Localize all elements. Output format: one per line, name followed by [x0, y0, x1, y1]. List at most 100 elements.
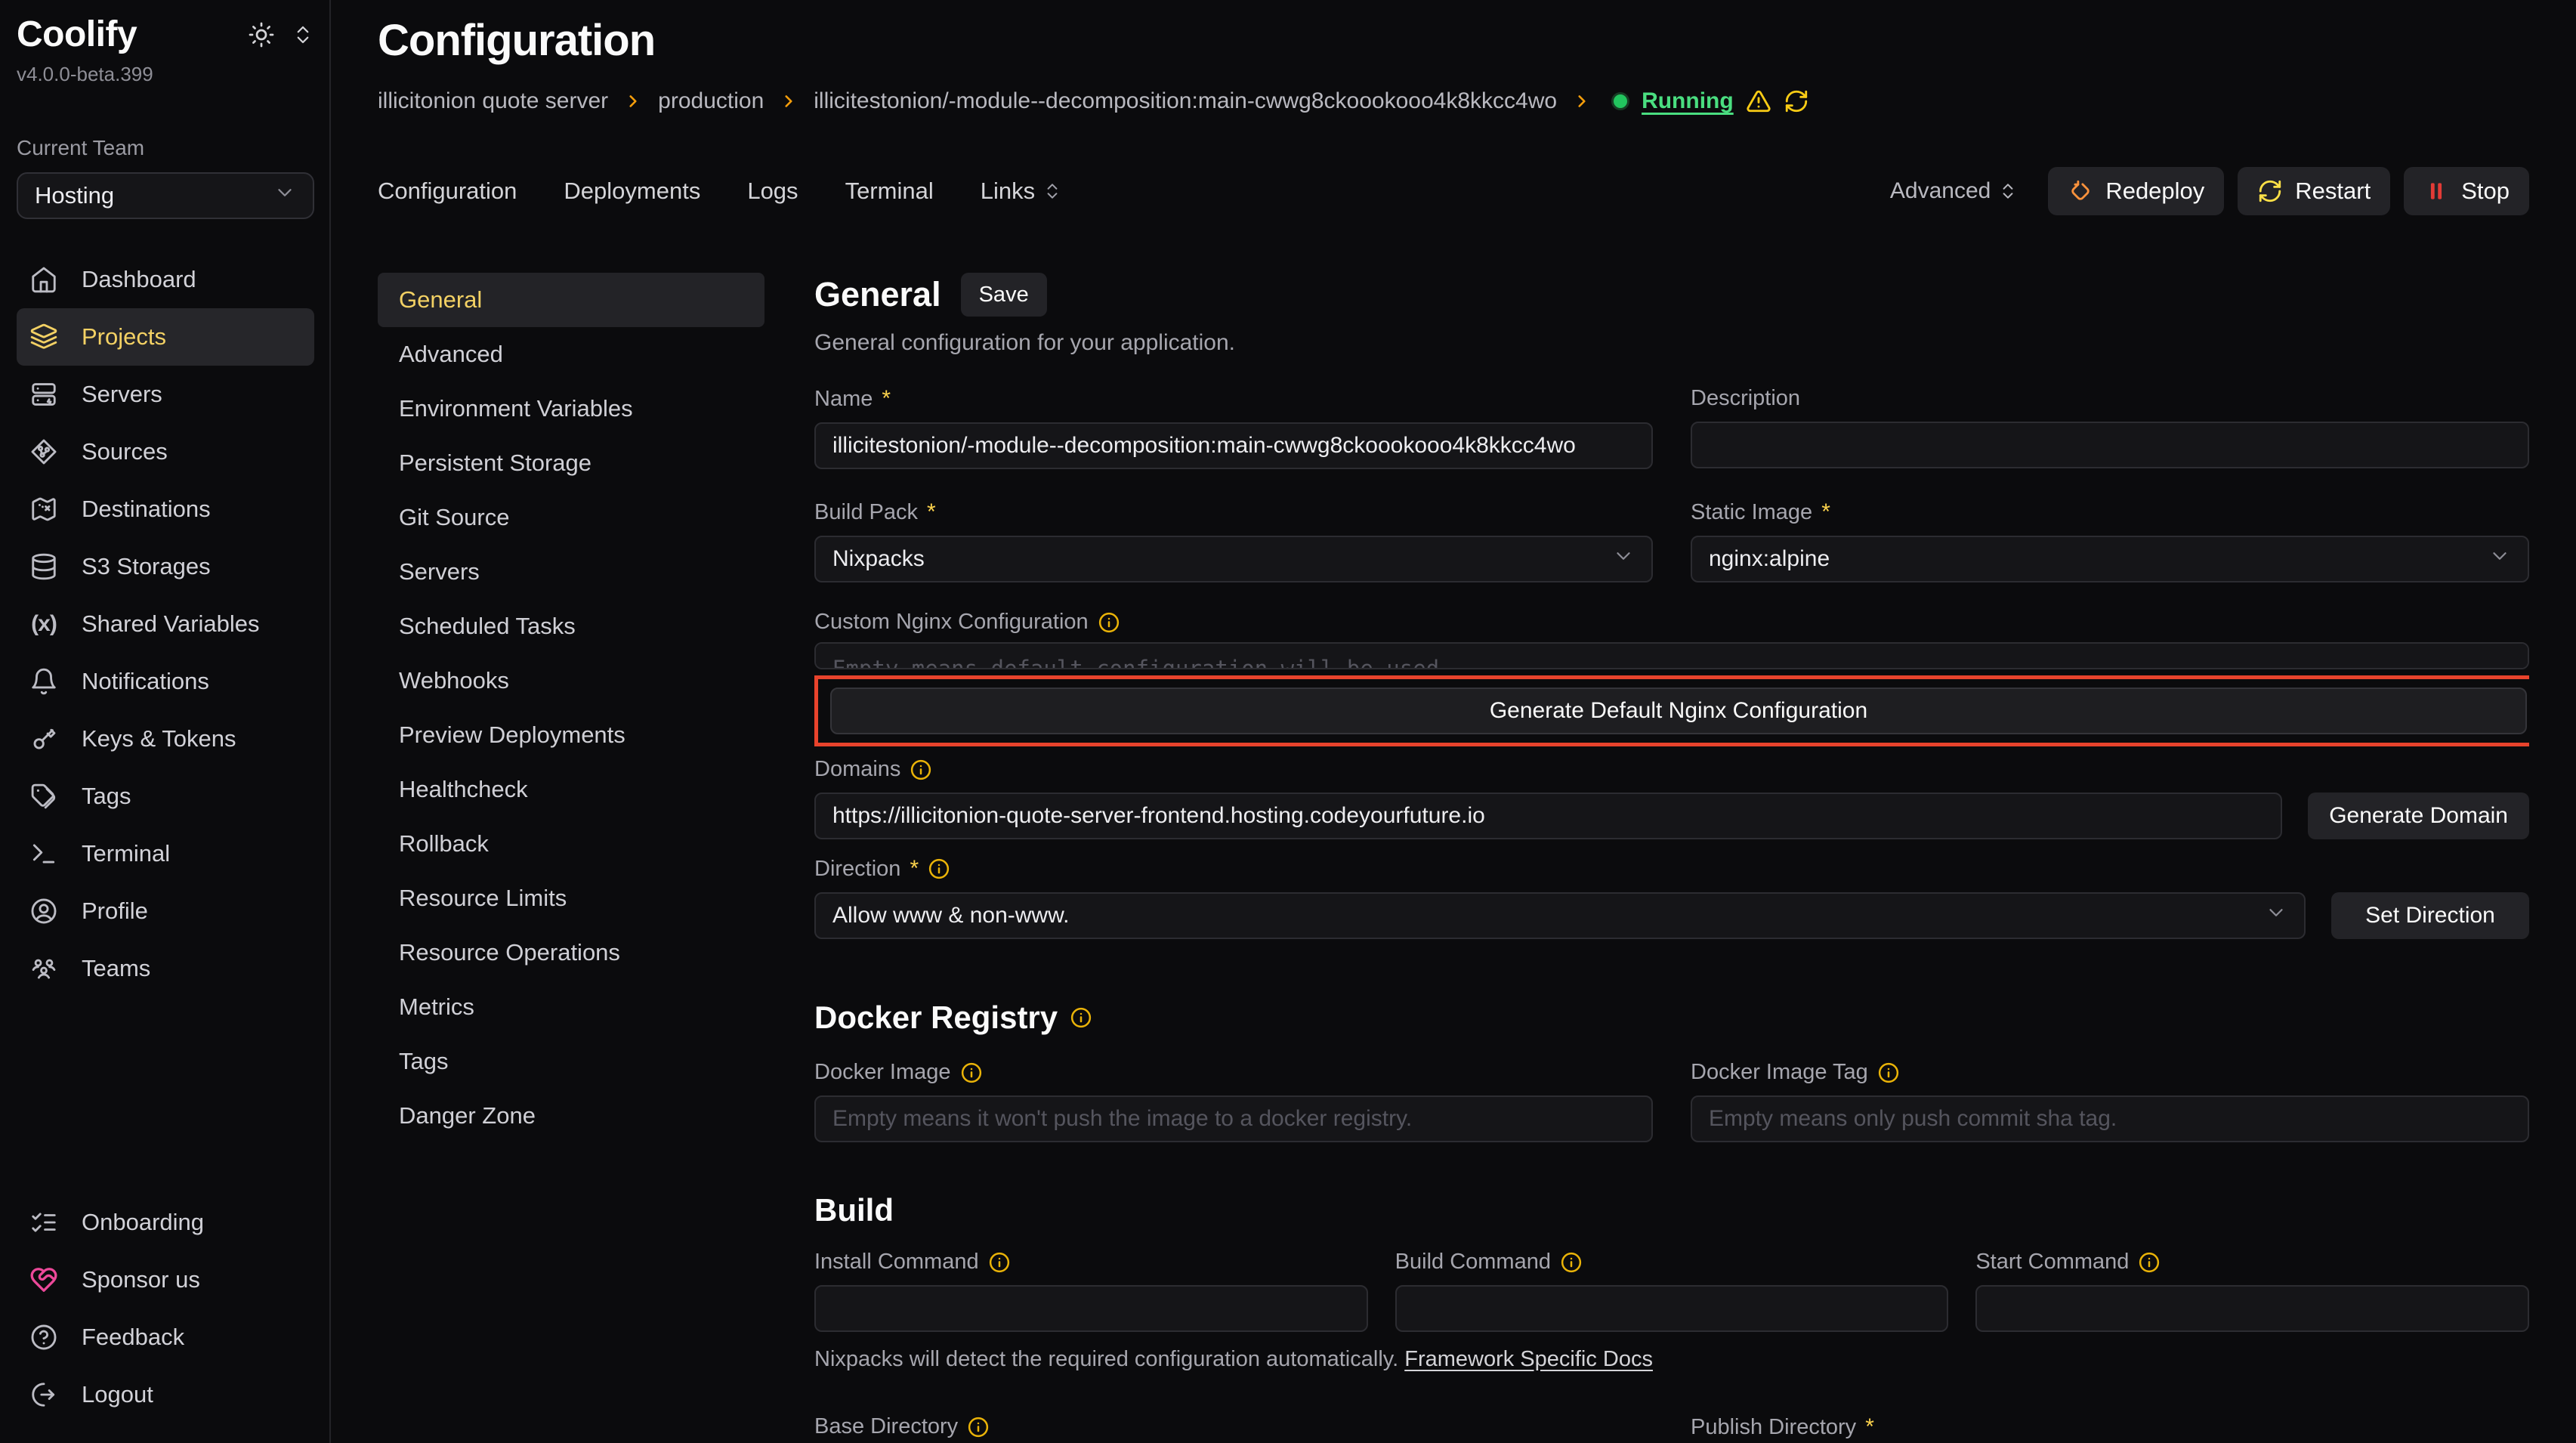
subnav-resource-limits[interactable]: Resource Limits [378, 871, 764, 925]
subnav-servers[interactable]: Servers [378, 545, 764, 599]
sidebar-item-feedback[interactable]: Feedback [17, 1309, 314, 1366]
sidebar-item-shared-variables[interactable]: (x) Shared Variables [17, 595, 314, 653]
chevron-right-icon [623, 91, 643, 111]
subnav-webhooks[interactable]: Webhooks [378, 654, 764, 708]
subnav-resource-operations[interactable]: Resource Operations [378, 925, 764, 980]
subnav-persistent-storage[interactable]: Persistent Storage [378, 436, 764, 490]
tab-configuration[interactable]: Configuration [378, 178, 517, 205]
domains-input[interactable] [814, 793, 2282, 839]
theme-toggle-sun-icon[interactable] [248, 21, 275, 48]
breadcrumb-environment[interactable]: production [658, 88, 764, 114]
info-icon[interactable] [1070, 1006, 1092, 1029]
config-subnav: General Advanced Environment Variables P… [378, 273, 764, 1443]
info-icon[interactable] [960, 1061, 983, 1084]
sidebar-item-tags[interactable]: Tags [17, 768, 314, 825]
description-input[interactable] [1691, 422, 2529, 468]
build-command-input[interactable] [1395, 1285, 1949, 1332]
docker-image-tag-input[interactable] [1691, 1095, 2529, 1142]
name-input[interactable] [814, 422, 1653, 469]
docker-image-label: Docker Image [814, 1060, 951, 1085]
app-version: v4.0.0-beta.399 [17, 63, 314, 86]
tab-deployments[interactable]: Deployments [564, 178, 700, 205]
install-command-input[interactable] [814, 1285, 1368, 1332]
help-circle-icon [29, 1322, 59, 1352]
subnav-metrics[interactable]: Metrics [378, 980, 764, 1034]
static-image-select[interactable]: nginx:alpine [1691, 536, 2529, 582]
save-button[interactable]: Save [961, 273, 1047, 317]
sidebar-item-dashboard[interactable]: Dashboard [17, 251, 314, 308]
subnav-git-source[interactable]: Git Source [378, 490, 764, 545]
advanced-dropdown[interactable]: Advanced [1890, 178, 2018, 204]
publish-directory-label: Publish Directory [1691, 1415, 1856, 1440]
subnav-tags[interactable]: Tags [378, 1034, 764, 1089]
direction-label: Direction [814, 857, 900, 882]
subnav-scheduled-tasks[interactable]: Scheduled Tasks [378, 599, 764, 654]
general-heading: General [814, 275, 941, 314]
status-running-label[interactable]: Running [1642, 88, 1734, 114]
nginx-config-textarea[interactable] [814, 642, 2529, 669]
info-icon[interactable] [1877, 1061, 1900, 1084]
git-icon [29, 437, 59, 467]
info-icon[interactable] [1098, 611, 1120, 634]
header-actions: Advanced Redeploy Restart Stop [1890, 167, 2529, 215]
sidebar-item-servers[interactable]: Servers [17, 366, 314, 423]
set-direction-button[interactable]: Set Direction [2331, 892, 2529, 939]
checklist-icon [29, 1207, 59, 1238]
status-badge: Running [1611, 88, 1809, 114]
sidebar-item-logout[interactable]: Logout [17, 1366, 314, 1423]
page-title: Configuration [378, 15, 2529, 66]
breadcrumb-project[interactable]: illicitonion quote server [378, 88, 608, 114]
generate-nginx-config-button[interactable]: Generate Default Nginx Configuration [830, 688, 2527, 734]
subnav-general[interactable]: General [378, 273, 764, 327]
sidebar-item-profile[interactable]: Profile [17, 882, 314, 940]
build-pack-select[interactable]: Nixpacks [814, 536, 1653, 582]
breadcrumb-resource[interactable]: illicitestonion/-module--decomposition:m… [814, 88, 1557, 114]
warning-triangle-icon[interactable] [1746, 88, 1771, 114]
docker-image-input[interactable] [814, 1095, 1653, 1142]
generate-domain-button[interactable]: Generate Domain [2308, 793, 2529, 839]
sidebar-item-teams[interactable]: Teams [17, 940, 314, 997]
general-subtitle: General configuration for your applicati… [814, 330, 2529, 356]
direction-select[interactable]: Allow www & non-www. [814, 892, 2306, 939]
subnav-preview-deployments[interactable]: Preview Deployments [378, 708, 764, 762]
stop-button[interactable]: Stop [2404, 167, 2529, 215]
refresh-icon[interactable] [1784, 88, 1809, 114]
team-select-value: Hosting [35, 182, 114, 209]
sidebar-item-label: Logout [82, 1381, 153, 1408]
sidebar-item-sponsor-us[interactable]: Sponsor us [17, 1251, 314, 1309]
framework-docs-link[interactable]: Framework Specific Docs [1404, 1347, 1653, 1371]
info-icon[interactable] [1560, 1251, 1583, 1274]
tab-links[interactable]: Links [981, 178, 1062, 205]
redeploy-button[interactable]: Redeploy [2048, 167, 2224, 215]
info-icon[interactable] [2138, 1251, 2161, 1274]
sidebar-item-terminal[interactable]: Terminal [17, 825, 314, 882]
subnav-advanced[interactable]: Advanced [378, 327, 764, 382]
sidebar-item-keys-tokens[interactable]: Keys & Tokens [17, 710, 314, 768]
bell-icon [29, 666, 59, 697]
sidebar-item-notifications[interactable]: Notifications [17, 653, 314, 710]
info-icon[interactable] [988, 1251, 1011, 1274]
team-select[interactable]: Hosting [17, 172, 314, 219]
restart-button[interactable]: Restart [2238, 167, 2390, 215]
subnav-rollback[interactable]: Rollback [378, 817, 764, 871]
tab-terminal[interactable]: Terminal [845, 178, 934, 205]
required-asterisk: * [882, 386, 891, 412]
sidebar-item-label: Teams [82, 955, 150, 982]
tab-logs[interactable]: Logs [747, 178, 798, 205]
sidebar-item-s3-storages[interactable]: S3 Storages [17, 538, 314, 595]
sidebar-item-projects[interactable]: Projects [17, 308, 314, 366]
database-icon [29, 552, 59, 582]
sidebar-item-sources[interactable]: Sources [17, 423, 314, 480]
theme-select-unfold-icon[interactable] [292, 23, 314, 46]
subnav-danger-zone[interactable]: Danger Zone [378, 1089, 764, 1143]
info-icon[interactable] [910, 759, 932, 781]
info-icon[interactable] [967, 1416, 990, 1438]
nginx-config-label: Custom Nginx Configuration [814, 610, 1089, 635]
start-command-input[interactable] [1975, 1285, 2529, 1332]
info-icon[interactable] [928, 857, 950, 880]
sidebar-item-label: Terminal [82, 840, 170, 867]
subnav-healthcheck[interactable]: Healthcheck [378, 762, 764, 817]
sidebar-item-onboarding[interactable]: Onboarding [17, 1194, 314, 1251]
subnav-environment-variables[interactable]: Environment Variables [378, 382, 764, 436]
sidebar-item-destinations[interactable]: Destinations [17, 480, 314, 538]
